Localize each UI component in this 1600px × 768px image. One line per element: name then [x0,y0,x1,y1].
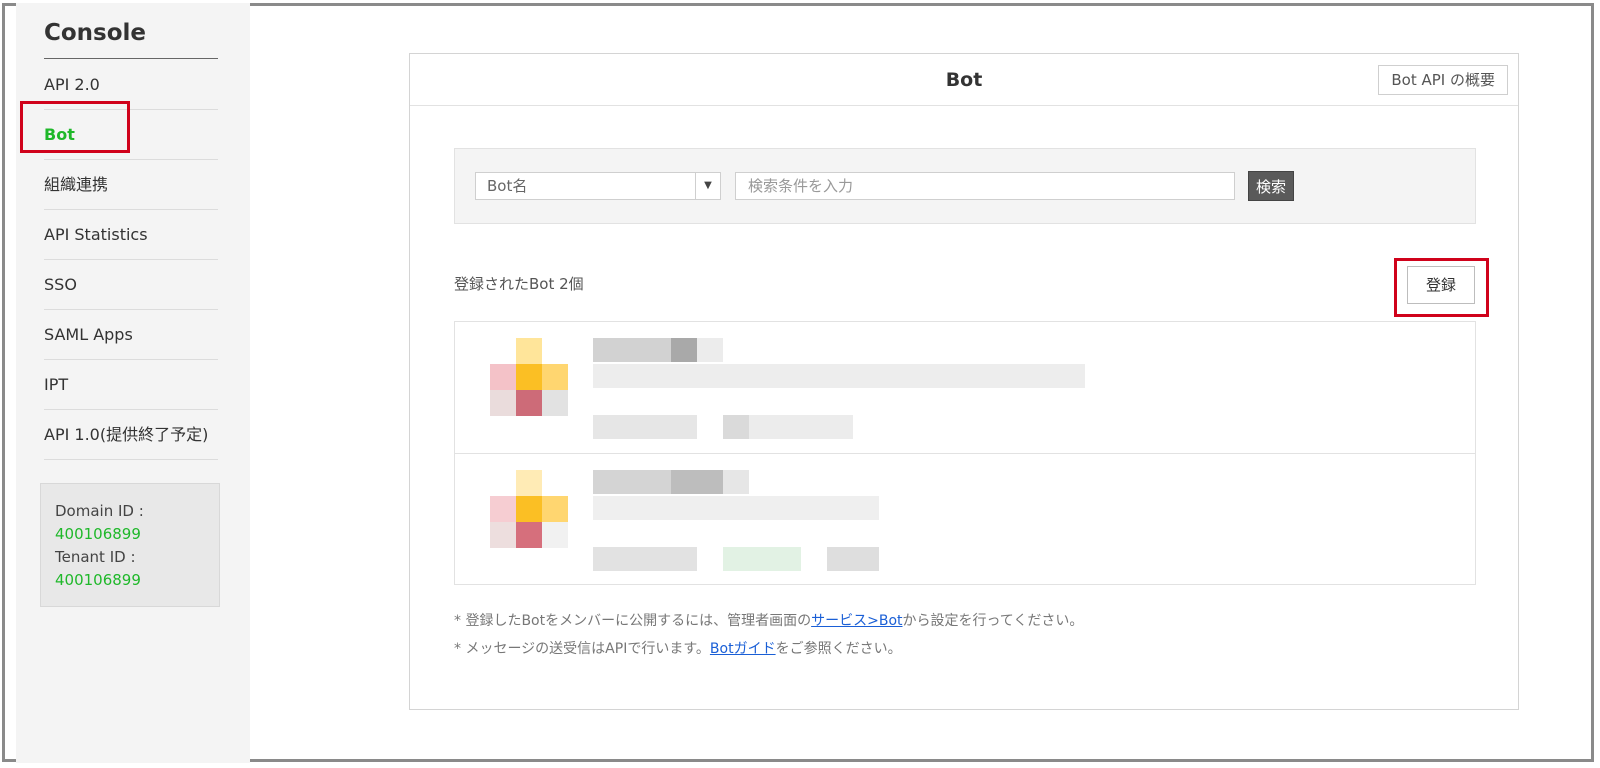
search-button[interactable]: 検索 [1248,171,1295,201]
caret-down-icon[interactable]: ▼ [695,173,720,199]
note-1-suffix: から設定を行ってください。 [902,613,1084,629]
service-bot-link[interactable]: サービス>Bot [811,613,902,629]
sidebar-item-api-2[interactable]: API 2.0 [44,60,218,110]
panel-header: Bot Bot API の概要 [410,54,1518,106]
sidebar-item-api-1[interactable]: API 1.0(提供終了予定) [44,410,218,460]
sidebar-item-ipt[interactable]: IPT [44,360,218,410]
note-2-text: * メッセージの送受信はAPIで行います。 [454,641,710,657]
registered-bot-count: 登録されたBot 2個 [454,275,584,293]
search-field-select[interactable]: Bot名 ▼ [475,172,721,200]
bot-guide-link[interactable]: Botガイド [710,641,776,657]
search-input[interactable] [735,172,1235,200]
search-field-select-value: Bot名 [487,177,528,195]
bot-list-item[interactable] [455,453,1475,585]
sidebar-item-saml-apps[interactable]: SAML Apps [44,310,218,360]
notes: * 登録したBotをメンバーに公開するには、管理者画面のサービス>Botから設定… [454,607,1083,663]
bot-list [454,321,1476,585]
note-2-suffix: をご参照ください。 [775,641,902,657]
note-line-2: * メッセージの送受信はAPIで行います。Botガイドをご参照ください。 [454,635,1083,663]
note-1-text: * 登録したBotをメンバーに公開するには、管理者画面の [454,613,812,629]
note-line-1: * 登録したBotをメンバーに公開するには、管理者画面のサービス>Botから設定… [454,607,1083,635]
page-title: Bot [945,69,983,91]
register-button[interactable]: 登録 [1407,266,1475,304]
console-title: Console [44,13,218,59]
domain-info-box: Domain ID : 400106899 Tenant ID : 400106… [40,483,220,607]
sidebar-item-org-link[interactable]: 組織連携 [44,160,218,210]
tenant-id-value: 400106899 [55,571,141,589]
sidebar: Console API 2.0 Bot 組織連携 API Statistics … [16,3,250,763]
search-area: Bot名 ▼ 検索 [454,148,1476,224]
bot-avatar-icon [490,338,568,416]
bot-avatar-icon [490,470,568,548]
sidebar-item-sso[interactable]: SSO [44,260,218,310]
bot-list-item[interactable] [455,322,1475,453]
sidebar-item-api-statistics[interactable]: API Statistics [44,210,218,260]
bot-api-overview-button[interactable]: Bot API の概要 [1378,65,1508,95]
domain-id-value: 400106899 [55,525,141,543]
sidebar-nav: API 2.0 Bot 組織連携 API Statistics SSO SAML… [44,60,218,460]
tenant-id-label: Tenant ID : [55,548,136,566]
bot-panel: Bot Bot API の概要 Bot名 ▼ 検索 登録されたBot 2個 登録 [409,53,1519,710]
sidebar-item-bot[interactable]: Bot [44,110,218,160]
domain-id-label: Domain ID : [55,502,144,520]
